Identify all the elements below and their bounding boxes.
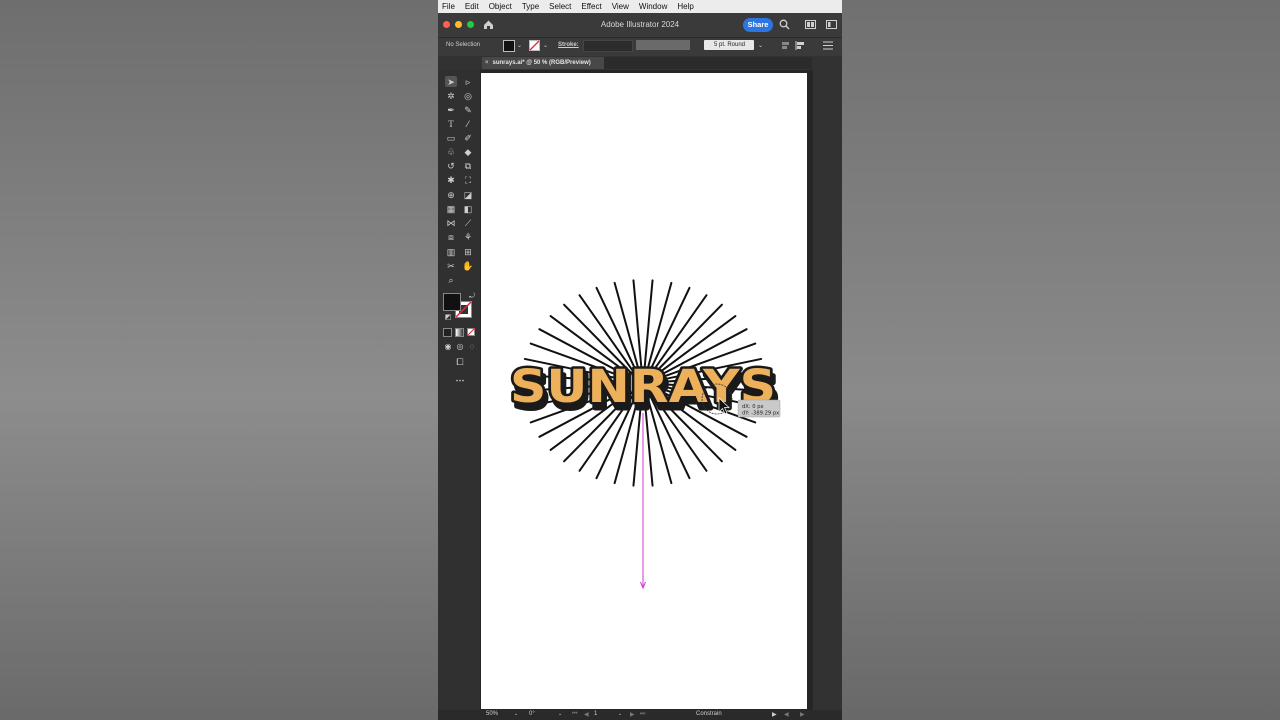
- stroke-weight-field[interactable]: [583, 40, 633, 52]
- tooltip-dy: dY: -389.29 px: [742, 411, 779, 417]
- stroke-swatch[interactable]: [529, 40, 540, 51]
- selection-status: No Selection: [446, 42, 481, 48]
- none-mode-icon[interactable]: [467, 328, 475, 336]
- menu-type[interactable]: Type: [518, 2, 545, 11]
- selection-icon[interactable]: ➤: [444, 76, 458, 88]
- chevron-down-icon[interactable]: ⌄: [618, 711, 622, 717]
- align-left-icon[interactable]: [795, 41, 805, 50]
- sunrays-text: SUNRAYS: [510, 360, 776, 413]
- menu-view[interactable]: View: [608, 2, 635, 11]
- shape-builder-icon[interactable]: ⊕: [444, 189, 458, 201]
- menu-effect[interactable]: Effect: [577, 2, 607, 11]
- background-right: [842, 0, 1280, 720]
- paintbrush-icon[interactable]: ✐: [461, 132, 475, 144]
- draw-inside-icon[interactable]: ◌: [465, 341, 479, 353]
- menu-help[interactable]: Help: [673, 2, 699, 11]
- gradient-mode-icon[interactable]: [455, 328, 464, 337]
- free-transform-icon[interactable]: ⛶: [461, 174, 475, 186]
- panels-toggle-icon[interactable]: [826, 20, 837, 29]
- scroll-right-icon[interactable]: ▶: [800, 711, 805, 718]
- tool-status: Constrain: [696, 711, 722, 717]
- first-artboard-icon[interactable]: ⏮: [572, 711, 577, 718]
- more-tools-icon[interactable]: ⋯: [453, 374, 467, 386]
- color-mode-icon[interactable]: [443, 328, 452, 337]
- graph-icon[interactable]: ▥: [444, 246, 458, 258]
- tooltip-dx: dX: 0 px: [742, 404, 764, 410]
- share-button[interactable]: Share: [743, 18, 773, 32]
- line-icon[interactable]: ⁄: [461, 118, 475, 130]
- stroke-label[interactable]: Stroke:: [558, 42, 579, 48]
- align-icon[interactable]: [781, 41, 790, 50]
- slice-icon[interactable]: ✂: [444, 260, 458, 272]
- document-tab-title: sunrays.ai* @ 50 % (RGB/Preview): [492, 60, 591, 66]
- fill-swatch[interactable]: [503, 40, 515, 52]
- gradient-icon[interactable]: ◧: [461, 203, 475, 215]
- default-colors-icon[interactable]: ◩: [441, 312, 455, 324]
- variable-width-field[interactable]: [636, 40, 690, 50]
- previous-artboard-icon[interactable]: ◀: [584, 711, 589, 718]
- direct-selection-icon[interactable]: ▹: [461, 76, 475, 88]
- type-icon[interactable]: T: [444, 118, 458, 130]
- puppet-warp-icon[interactable]: ✱: [444, 174, 458, 186]
- brush-definition-dropdown[interactable]: 5 pt. Round: [704, 40, 754, 50]
- next-artboard-icon[interactable]: ▶: [630, 711, 635, 718]
- menu-object[interactable]: Object: [485, 2, 518, 11]
- rotation-field[interactable]: 0°: [529, 711, 535, 717]
- scroll-left-icon[interactable]: ◀: [784, 711, 789, 718]
- search-icon[interactable]: [779, 19, 790, 30]
- artboard-number-field[interactable]: 1: [594, 711, 597, 717]
- lasso-icon[interactable]: ◎: [461, 90, 475, 102]
- chevron-down-icon[interactable]: ⌄: [514, 711, 518, 717]
- menu-file[interactable]: File: [438, 2, 461, 11]
- artboard-icon[interactable]: ⊞: [461, 246, 475, 258]
- pen-icon[interactable]: ✒: [444, 104, 458, 116]
- zoom-level-field[interactable]: 50%: [486, 711, 498, 717]
- chevron-down-icon[interactable]: ⌄: [543, 42, 548, 49]
- fill-color-box[interactable]: [443, 293, 461, 311]
- workspace-icon[interactable]: [805, 20, 816, 29]
- menubar: File Edit Object Type Select Effect View…: [438, 0, 842, 13]
- shaper-icon[interactable]: ♧: [444, 146, 458, 158]
- document-tab[interactable]: × sunrays.ai* @ 50 % (RGB/Preview): [482, 57, 604, 69]
- magic-wand-icon[interactable]: ✲: [444, 90, 458, 102]
- live-paint-icon[interactable]: ◪: [461, 189, 475, 201]
- control-menu-icon[interactable]: [823, 41, 833, 50]
- rectangle-icon[interactable]: ▭: [444, 132, 458, 144]
- symbol-sprayer-icon[interactable]: ⚘: [461, 231, 475, 243]
- chevron-down-icon[interactable]: ⌄: [517, 42, 522, 49]
- menu-edit[interactable]: Edit: [461, 2, 485, 11]
- eyedropper-icon[interactable]: ⟋: [461, 217, 475, 229]
- eraser-icon[interactable]: ◆: [461, 146, 475, 158]
- status-menu-icon[interactable]: ▶: [772, 711, 777, 718]
- curvature-icon[interactable]: ✎: [461, 104, 475, 116]
- hand-icon[interactable]: ✋: [461, 260, 475, 272]
- chevron-down-icon[interactable]: ⌄: [558, 711, 562, 717]
- artwork[interactable]: SUNRAYS SUNRAYS SUNRAYS dX: 0 px dY: -38…: [481, 73, 807, 709]
- screen-mode-icon[interactable]: ⧠: [453, 356, 467, 368]
- close-tab-icon[interactable]: ×: [485, 60, 489, 66]
- background-left: [0, 0, 438, 720]
- menu-select[interactable]: Select: [545, 2, 577, 11]
- menu-window[interactable]: Window: [635, 2, 673, 11]
- chevron-down-icon[interactable]: ⌄: [758, 42, 763, 49]
- rotate-icon[interactable]: ↺: [444, 160, 458, 172]
- zoom-icon[interactable]: ⌕: [444, 274, 458, 286]
- scale-icon[interactable]: ⧉: [461, 160, 475, 172]
- perspective-icon[interactable]: ▦: [444, 203, 458, 215]
- blend-icon[interactable]: ⧈: [444, 231, 458, 243]
- last-artboard-icon[interactable]: ⏭: [640, 711, 645, 718]
- mesh-icon[interactable]: ⋈: [444, 217, 458, 229]
